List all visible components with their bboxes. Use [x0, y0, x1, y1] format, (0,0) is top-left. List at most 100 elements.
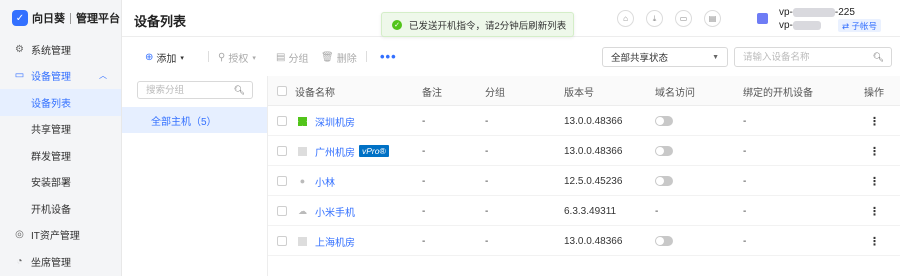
row-checkbox[interactable] [277, 176, 287, 186]
windows-icon [298, 116, 307, 126]
authorize-button[interactable]: ⚲ 授权 ▾ [218, 50, 256, 65]
avatar[interactable] [757, 13, 768, 24]
more-actions-button[interactable]: ••• [380, 49, 397, 64]
bound-device-cell: - [743, 205, 747, 217]
sunlogin-logo-icon: ✓ [12, 10, 28, 26]
kebab-menu-icon[interactable]: ⋮ [869, 205, 880, 218]
group-cell: - [485, 145, 489, 157]
domain-access-cell: - [655, 205, 659, 217]
home-icon: ⌂ [623, 14, 628, 23]
table-row[interactable]: ● 小林 - - 12.5.0.45236 - ⋮ [268, 166, 900, 196]
sub-account-badge[interactable]: ⇄ 子帐号 [838, 19, 881, 32]
domain-access-toggle[interactable] [655, 146, 673, 156]
delete-button[interactable]: 🗑 删除 [321, 50, 357, 65]
trash-icon: 🗑 [321, 52, 334, 63]
device-name-link[interactable]: 广州机房 [315, 144, 355, 159]
sidebar-item-seat[interactable]: ◔ 坐席管理 [0, 248, 121, 275]
chevron-down-icon: ▾ [252, 54, 256, 62]
chevron-up-icon: ︿ [99, 71, 107, 81]
add-button[interactable]: ⊕ 添加 ▾ [145, 50, 184, 65]
apple-icon: ● [299, 175, 306, 186]
device-name-cell: ☁ 小米手机 [298, 196, 355, 226]
row-checkbox[interactable] [277, 236, 287, 246]
sidebar-subitem-deploy[interactable]: 安装部署 [0, 169, 121, 196]
sidebar-item-device[interactable]: ▭ 设备管理 ︿ [0, 63, 121, 90]
group-cell: - [485, 205, 489, 217]
toast-message: 已发送开机指令，请2分钟后刷新列表 [409, 20, 567, 32]
sidebar-subitem-share[interactable]: 共享管理 [0, 116, 121, 143]
brand-name: 向日葵 [32, 13, 65, 25]
kebab-menu-icon[interactable]: ⋮ [869, 235, 880, 248]
sidebar-subitem-device-list[interactable]: 设备列表 [0, 89, 121, 116]
gear-icon: ⚙ [15, 43, 24, 55]
share-status-select[interactable]: 全部共享状态 ▼ [602, 47, 728, 67]
row-checkbox[interactable] [277, 146, 287, 156]
device-name-link[interactable]: 上海机房 [315, 234, 355, 249]
home-button[interactable]: ⌂ [617, 10, 634, 27]
sidebar-subitem-boot-device[interactable]: 开机设备 [0, 195, 121, 222]
row-actions-cell: ⋮ [869, 136, 880, 166]
column-header-name[interactable]: 设备名称 [295, 76, 335, 106]
domain-access-toggle[interactable] [655, 116, 673, 126]
group-search-field[interactable]: 🔍︎ [137, 81, 253, 99]
device-name-link[interactable]: 小米手机 [315, 204, 355, 219]
redacted-text [792, 20, 821, 30]
table-row[interactable]: 广州机房 vPro® - - 13.0.0.48366 - ⋮ [268, 136, 900, 166]
sidebar: ✓ 向日葵 管理平台 ⚙ 系统管理 ▭ 设备管理 ︿ 设备列表 共享管理 群发管… [0, 0, 122, 276]
brand-divider [70, 12, 71, 24]
device-table: 设备名称 备注 分组 版本号 域名访问 绑定的开机设备 操作 深圳机房 - - … [268, 76, 900, 256]
search-icon: 🔍︎ [233, 85, 245, 95]
row-checkbox[interactable] [277, 206, 287, 216]
table-row[interactable]: 深圳机房 - - 13.0.0.48366 - ⋮ [268, 106, 900, 136]
sidebar-subitem-broadcast[interactable]: 群发管理 [0, 142, 121, 169]
kebab-menu-icon[interactable]: ⋮ [869, 145, 880, 158]
brand[interactable]: ✓ 向日葵 管理平台 [0, 0, 121, 36]
device-name-cell: 广州机房 vPro® [298, 136, 389, 166]
device-name-link[interactable]: 深圳机房 [315, 114, 355, 129]
domain-access-toggle[interactable] [655, 176, 673, 186]
group-button[interactable]: ▤ 分组 [276, 50, 308, 65]
toolbar-divider [366, 51, 367, 62]
domain-access-cell [655, 226, 673, 256]
download-icon: ⤓ [652, 13, 657, 23]
search-icon: 🔍︎ [872, 52, 884, 62]
sidebar-item-label: IT资产管理 [31, 231, 80, 243]
computer-icon [298, 236, 307, 246]
table-row[interactable]: 上海机房 - - 13.0.0.48366 - ⋮ [268, 226, 900, 256]
sidebar-item-label: 系统管理 [31, 45, 71, 57]
plus-circle-icon: ⊕ [145, 52, 154, 63]
vpro-badge: vPro® [359, 145, 389, 157]
user-account-name[interactable]: vp- -225 [779, 7, 855, 18]
column-header-actions: 操作 [864, 87, 884, 99]
table-row[interactable]: ☁ 小米手机 - - 6.3.3.49311 - - ⋮ [268, 196, 900, 226]
group-panel: 🔍︎ 全部主机（5） [122, 76, 268, 276]
row-actions-cell: ⋮ [869, 166, 880, 196]
domain-access-toggle[interactable] [655, 236, 673, 246]
column-header-domain-access: 域名访问 [655, 87, 695, 99]
group-icon: ▤ [276, 52, 286, 63]
device-search-input[interactable] [735, 48, 891, 66]
group-all-hosts[interactable]: 全部主机（5） [122, 107, 267, 133]
group-cell: - [485, 115, 489, 127]
message-icon: ▭ [679, 14, 688, 23]
message-button[interactable]: ▭ [675, 10, 692, 27]
device-name-cell: 上海机房 [298, 226, 355, 256]
remark-cell: - [422, 175, 426, 187]
row-checkbox[interactable] [277, 116, 287, 126]
asset-icon: ◎ [15, 229, 24, 241]
sidebar-item-it-assets[interactable]: ◎ IT资产管理 [0, 222, 121, 249]
kebab-menu-icon[interactable]: ⋮ [869, 115, 880, 128]
row-actions-cell: ⋮ [869, 226, 880, 256]
device-search-field[interactable]: 🔍︎ [734, 47, 892, 67]
domain-access-cell [655, 106, 673, 136]
cloud-icon: ☁ [298, 205, 307, 216]
clipboard-button[interactable]: ▤ [704, 10, 721, 27]
kebab-menu-icon[interactable]: ⋮ [869, 175, 880, 188]
bound-device-cell: - [743, 115, 747, 127]
select-all-checkbox[interactable] [277, 86, 287, 96]
sidebar-item-system[interactable]: ⚙ 系统管理 [0, 36, 121, 63]
download-button[interactable]: ⤓ [646, 10, 663, 27]
version-cell: 6.3.3.49311 [564, 205, 617, 217]
device-name-link[interactable]: 小林 [315, 174, 335, 189]
remark-cell: - [422, 235, 426, 247]
